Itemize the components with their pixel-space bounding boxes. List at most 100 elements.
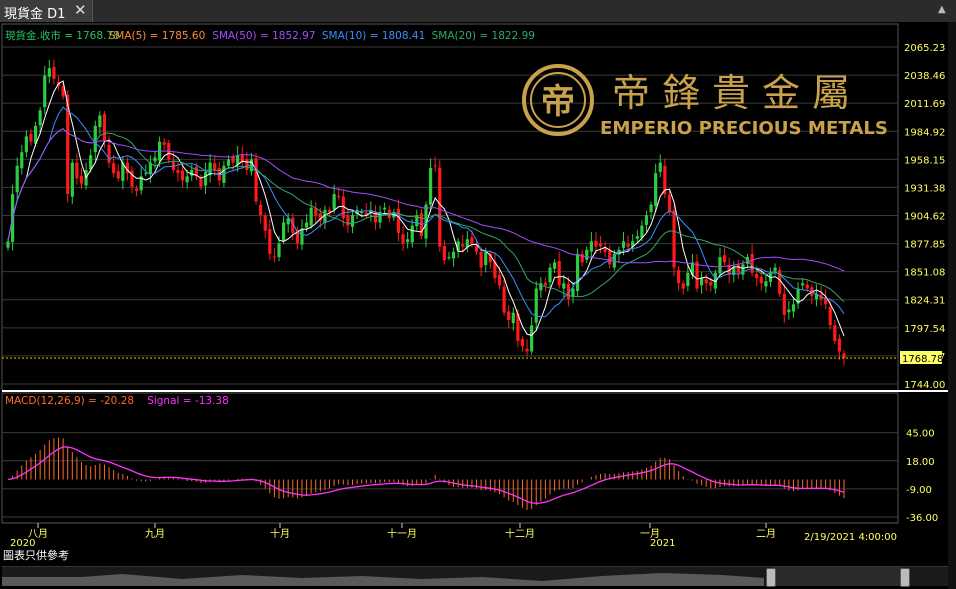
candle-body xyxy=(677,270,681,284)
candle-body xyxy=(557,261,561,286)
candle-body xyxy=(511,312,515,324)
candle-body xyxy=(741,264,745,275)
macd-panel-frame xyxy=(1,392,899,524)
candle-body xyxy=(337,196,341,198)
candle-body xyxy=(20,152,24,169)
candle-body xyxy=(263,215,267,231)
candle-body xyxy=(180,170,185,181)
candle-body xyxy=(530,325,534,352)
candle-body xyxy=(594,240,598,247)
x-month-label: 十一月 xyxy=(387,527,417,540)
candle-body xyxy=(75,162,79,179)
candle-body xyxy=(750,253,754,273)
candle-body xyxy=(837,338,842,352)
candle-body xyxy=(787,309,791,313)
candle-body xyxy=(433,165,437,167)
candle-body xyxy=(135,188,139,191)
candle-body xyxy=(29,133,33,142)
candle-body xyxy=(259,204,263,216)
price-legend-item: SMA(5) = 1785.60 xyxy=(109,30,206,42)
candle-body xyxy=(484,251,488,266)
candle-body xyxy=(451,251,456,259)
candle-body xyxy=(644,215,649,225)
candle-body xyxy=(15,165,19,193)
price-tick-label: 1984.92 xyxy=(904,127,945,138)
candle-body xyxy=(24,136,28,153)
candle-body xyxy=(525,348,529,352)
candle-body xyxy=(98,115,102,128)
scroll-right-handle[interactable] xyxy=(900,568,910,587)
candle-body xyxy=(89,155,93,170)
x-month-label: 十二月 xyxy=(505,527,535,540)
candle-body xyxy=(479,251,483,268)
x-month-label: 二月 xyxy=(756,528,776,540)
candle-body xyxy=(722,255,727,263)
candle-body xyxy=(254,158,258,202)
candle-body xyxy=(626,243,630,247)
candle-body xyxy=(773,267,777,271)
macd-tick-label: -36.00 xyxy=(906,513,938,524)
chevron-up-icon[interactable]: ▲ xyxy=(938,4,946,15)
candle-body xyxy=(268,228,272,254)
candle-body xyxy=(153,157,157,162)
price-tick-label: 1958.15 xyxy=(904,155,945,166)
candle-body xyxy=(764,281,768,287)
chart-tab[interactable]: 現貨金 D1 ✕ xyxy=(0,0,93,22)
candle-body xyxy=(709,282,713,286)
macd-tick-label: 45.00 xyxy=(906,429,935,440)
price-tick-label: 1904.62 xyxy=(904,211,945,222)
price-legend-item: SMA(20) = 1822.99 xyxy=(432,30,535,42)
candle-body xyxy=(346,215,350,226)
price-tick-label: 1797.54 xyxy=(904,324,945,335)
candle-body xyxy=(700,278,704,286)
candle-body xyxy=(681,283,685,289)
x-month-label: 九月 xyxy=(145,528,165,540)
candle-body xyxy=(199,177,203,187)
candle-body xyxy=(350,215,355,227)
candle-body xyxy=(598,243,603,247)
candle-body xyxy=(282,222,286,241)
candle-body xyxy=(442,245,446,261)
candle-body xyxy=(801,283,805,286)
candle-body xyxy=(695,261,699,289)
candle-body xyxy=(833,325,837,341)
candle-body xyxy=(70,162,74,197)
price-tick-label: 1851.08 xyxy=(904,268,945,279)
candle-body xyxy=(245,159,249,170)
candle-body xyxy=(332,194,336,210)
macd-legend-item: Signal = -13.38 xyxy=(147,395,229,407)
candle-body xyxy=(635,236,639,239)
tab-bar: 現貨金 D1 ✕ ▲ xyxy=(0,0,956,22)
candle-body xyxy=(828,306,832,326)
price-chart-svg[interactable]: 2065.23 2038.46 2011.69 1984.92 1958.15 1931.… xyxy=(0,22,956,567)
candle-body xyxy=(543,282,548,286)
price-tick-label: 1877.85 xyxy=(904,240,945,251)
sma-line xyxy=(7,128,845,272)
candle-body xyxy=(704,279,708,284)
macd-signal-line xyxy=(7,446,845,505)
candle-body xyxy=(176,169,180,174)
chart-area[interactable]: 2065.23 2038.46 2011.69 1984.92 1958.15 1931.… xyxy=(0,22,956,567)
chart-scrollbar[interactable] xyxy=(2,566,948,587)
candle-body xyxy=(79,175,84,184)
candle-body xyxy=(507,311,511,321)
candle-body xyxy=(309,207,313,226)
price-legend-item: 現貨金.收市 = 1768.78 xyxy=(5,29,120,42)
candle-body xyxy=(102,114,107,142)
candle-body xyxy=(658,162,662,172)
candle-body xyxy=(360,211,364,213)
candle-body xyxy=(736,265,740,273)
candle-body xyxy=(497,274,502,286)
candle-body xyxy=(272,256,277,258)
candle-body xyxy=(534,288,538,323)
macd-tick-label: -9.00 xyxy=(906,485,932,496)
candle-body xyxy=(162,142,166,145)
candle-body xyxy=(203,172,208,186)
candle-body xyxy=(654,173,658,206)
candle-body xyxy=(300,228,304,245)
candle-body xyxy=(107,144,111,163)
candle-body xyxy=(782,293,786,315)
scroll-left-handle[interactable] xyxy=(766,568,776,587)
close-icon[interactable]: ✕ xyxy=(74,1,87,19)
logo-name-en: EMPERIO PRECIOUS METALS xyxy=(600,118,888,139)
